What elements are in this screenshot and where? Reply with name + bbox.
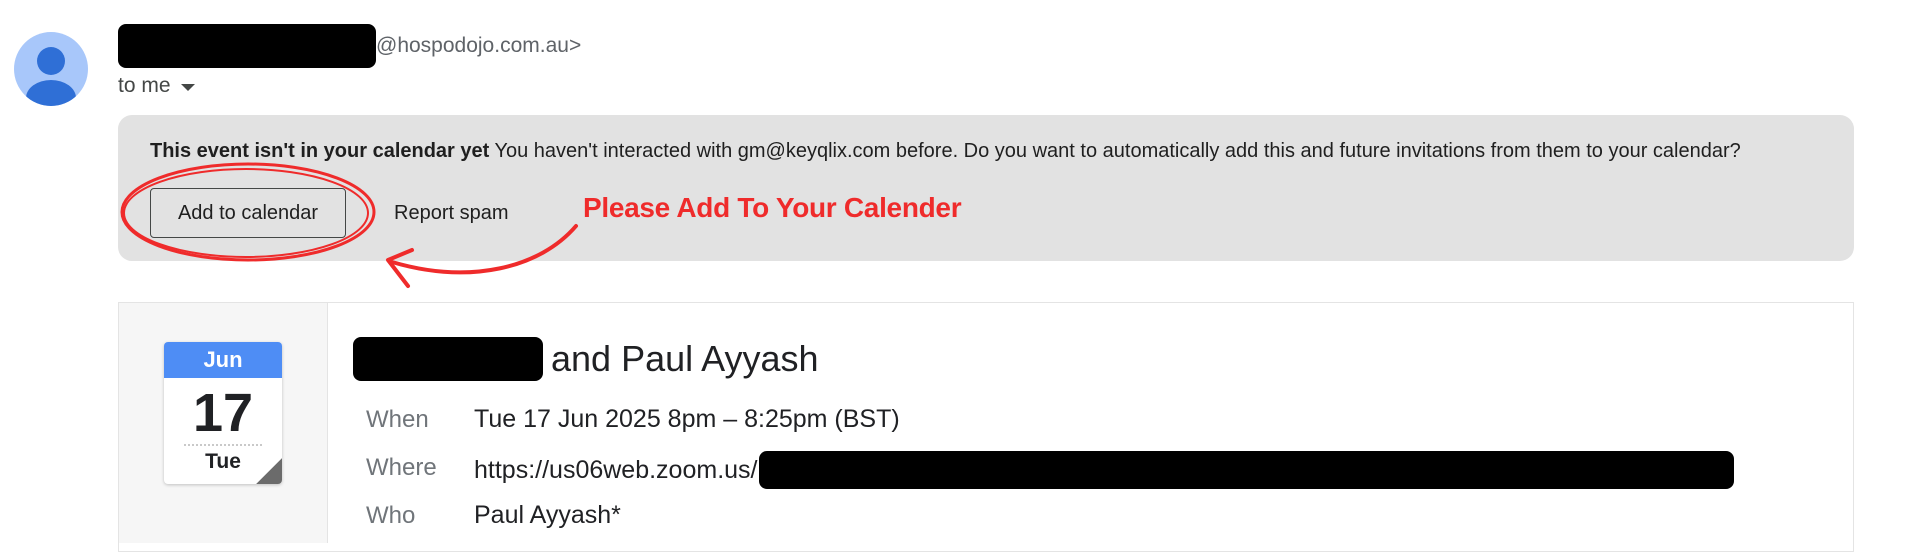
- where-value: https://us06web.zoom.us/: [474, 451, 1735, 489]
- recipient-toggle[interactable]: to me: [118, 74, 195, 98]
- calendar-day: 17: [192, 383, 254, 443]
- banner-title: This event isn't in your calendar yet: [150, 140, 490, 162]
- annotation-text: Please Add To Your Calender: [583, 192, 962, 223]
- sender-line: @hospodojo.com.au>: [118, 24, 582, 68]
- who-label: Who: [366, 502, 416, 529]
- who-value: Paul Ayyash*: [474, 501, 621, 529]
- page-curl-highlight: [256, 458, 282, 484]
- redacted-sender-name: [118, 24, 376, 68]
- when-label: When: [366, 406, 429, 433]
- calendar-date-icon: Jun 17 Tue: [164, 342, 284, 484]
- add-to-calendar-button[interactable]: Add to calendar: [150, 188, 346, 238]
- redacted-meeting-id: [759, 451, 1735, 489]
- event-title-text: and Paul Ayyash: [551, 338, 819, 379]
- where-label: Where: [366, 454, 437, 481]
- sender-avatar[interactable]: [14, 32, 88, 106]
- meeting-link[interactable]: https://us06web.zoom.us/: [474, 456, 757, 485]
- chevron-down-icon: [180, 83, 195, 91]
- when-value: Tue 17 Jun 2025 8pm – 8:25pm (BST): [474, 405, 900, 433]
- calendar-page: Jun 17 Tue: [164, 342, 282, 484]
- calendar-divider: [184, 444, 262, 446]
- report-spam-button[interactable]: Report spam: [378, 188, 525, 238]
- recipient-label: to me: [118, 74, 171, 97]
- redacted-attendee-name: [353, 337, 543, 381]
- banner-message: You haven't interacted with gm@keyqlix.c…: [494, 140, 1741, 162]
- calendar-month: Jun: [164, 342, 282, 378]
- event-title: and Paul Ayyash: [353, 335, 819, 383]
- banner-text: This event isn't in your calendar yet Yo…: [150, 140, 1741, 163]
- person-avatar-icon: [26, 47, 76, 106]
- sender-email: @hospodojo.com.au>: [376, 34, 582, 57]
